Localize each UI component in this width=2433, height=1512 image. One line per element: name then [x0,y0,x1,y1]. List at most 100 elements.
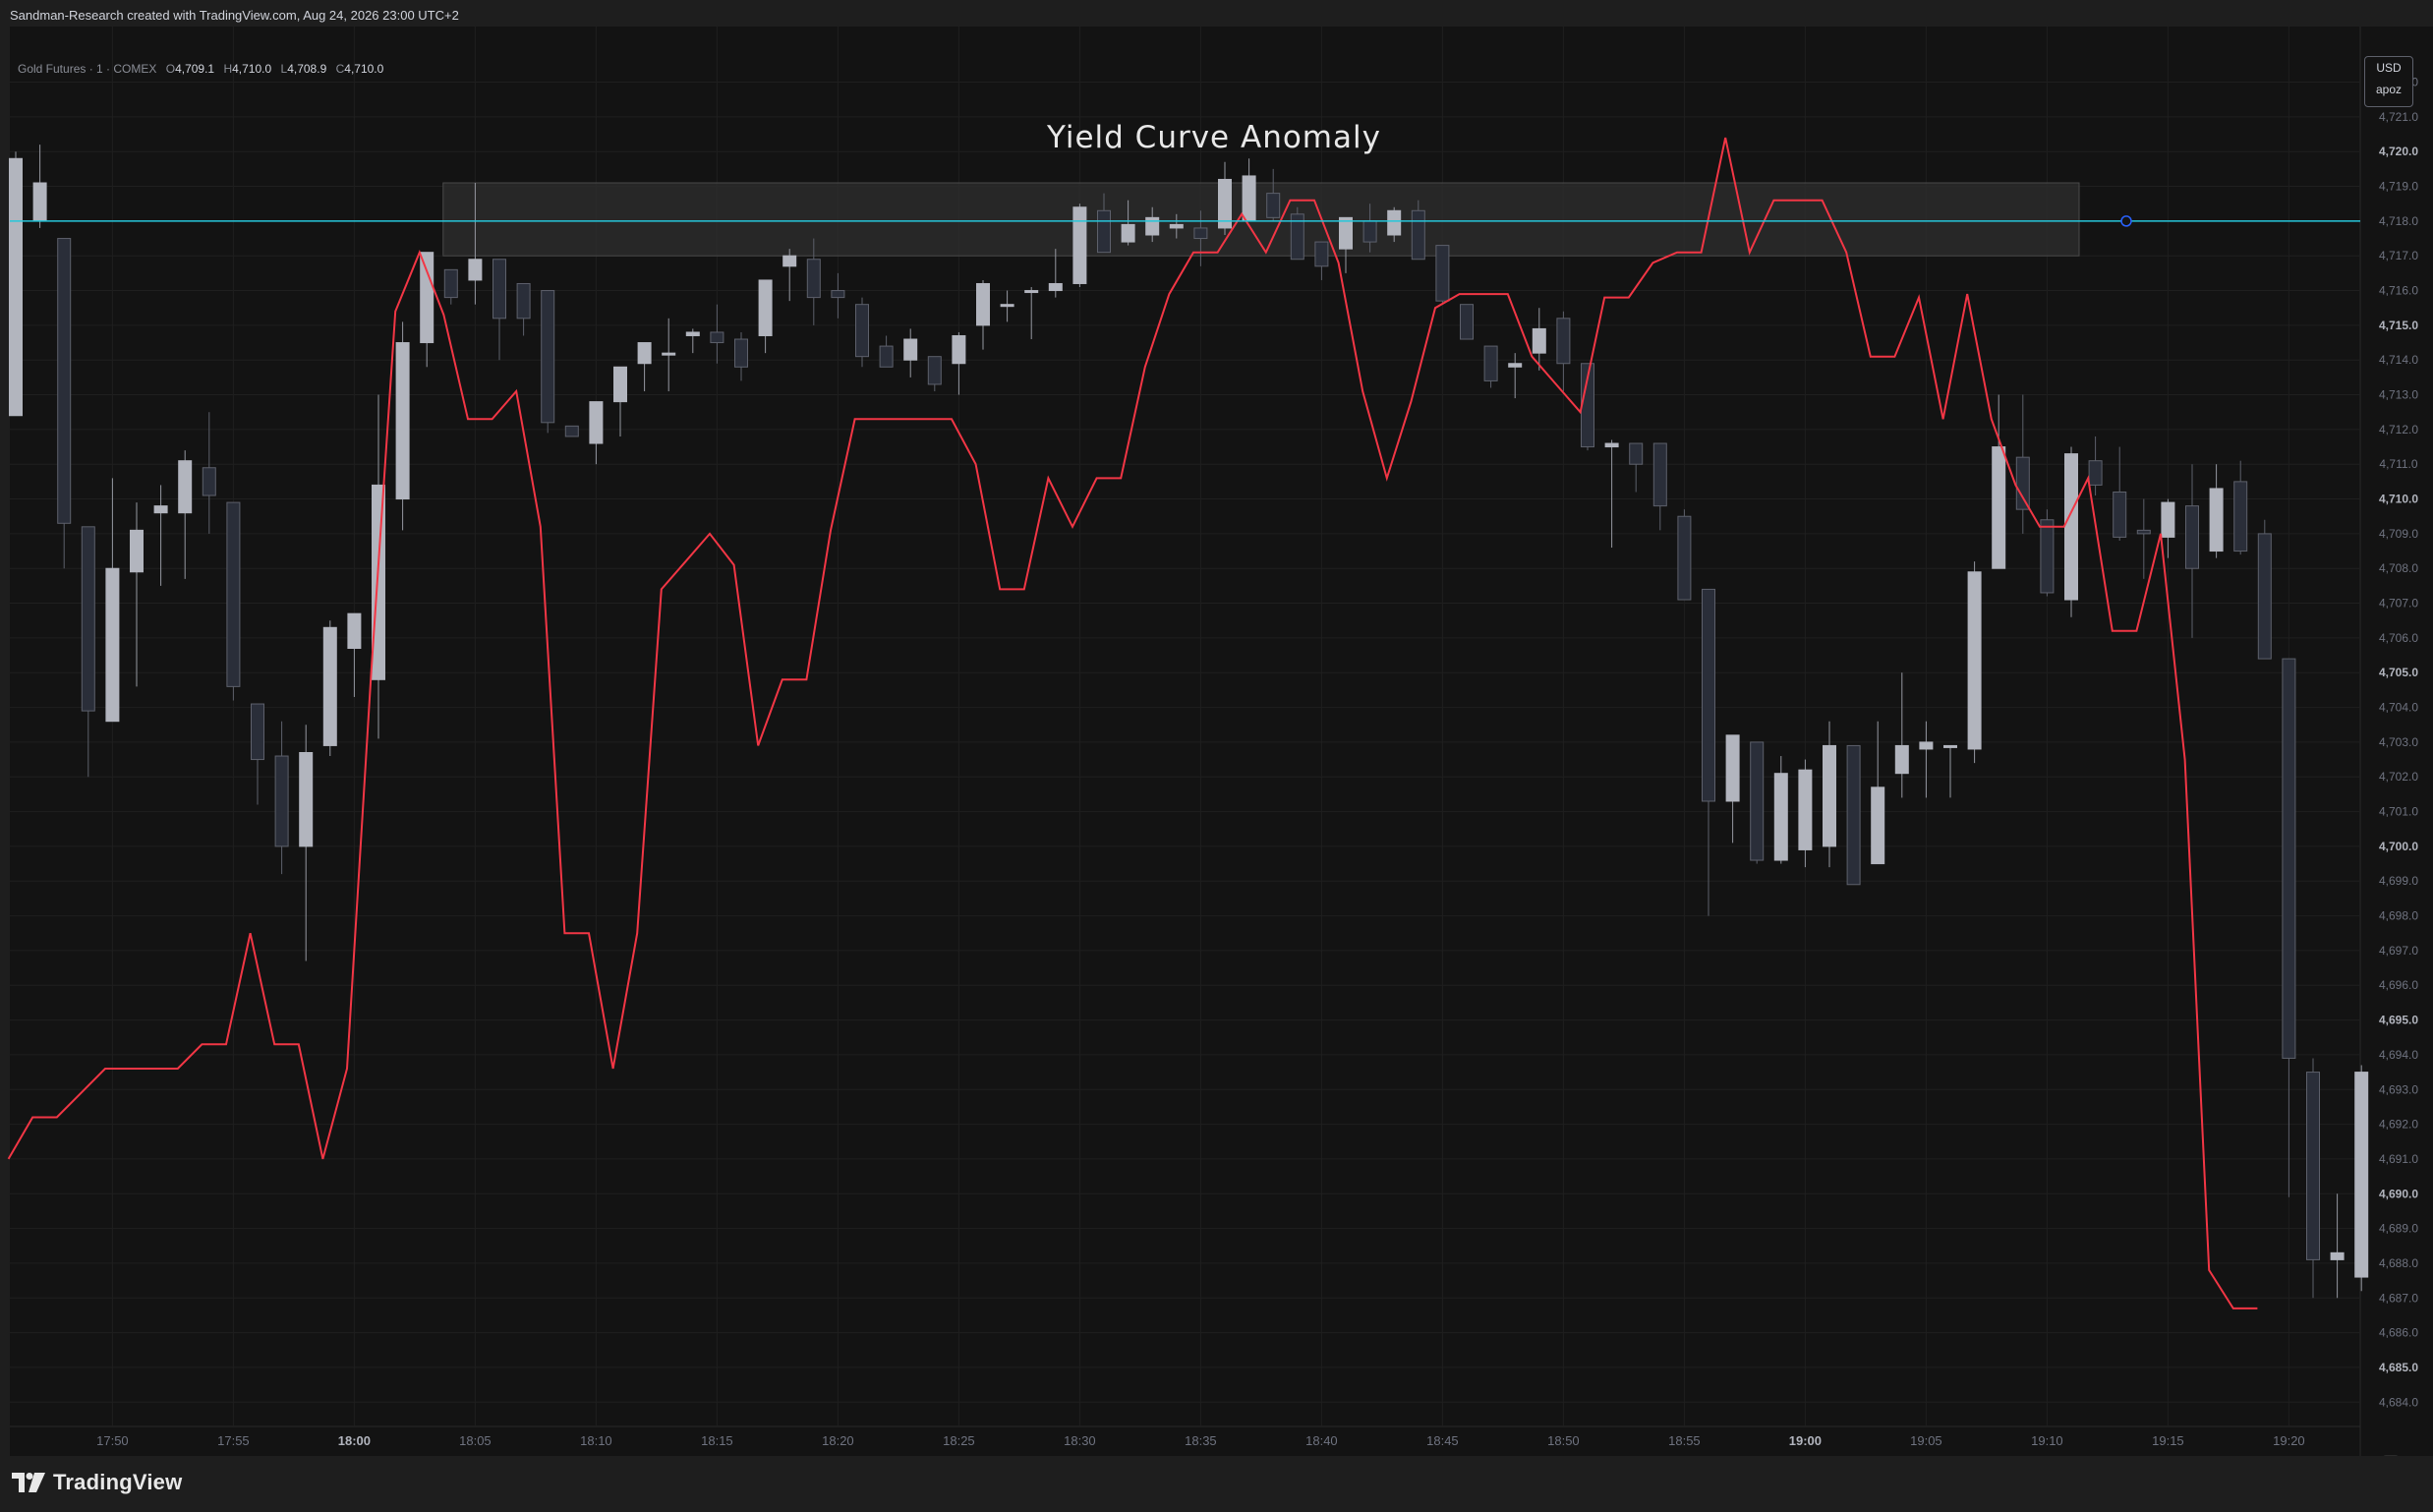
price-tick-label: 4,714.0 [2379,353,2418,367]
candle [1460,304,1474,340]
price-tick-label: 4,709.0 [2379,527,2418,541]
price-tick-label: 4,708.0 [2379,561,2418,575]
tradingview-logo[interactable]: TradingView [12,1470,182,1495]
candle-body [734,338,748,368]
candle [2040,509,2055,597]
time-tick-label: 18:10 [580,1433,612,1448]
close-value: 4,710.0 [344,62,384,76]
candle-body [1773,773,1788,861]
candle-body [1411,209,1425,261]
time-tick-label: 18:25 [943,1433,975,1448]
candle-body [2209,488,2224,552]
price-tick-label: 4,710.0 [2379,493,2418,506]
price-tick-label: 4,717.0 [2379,249,2418,262]
price-tick-label: 4,721.0 [2379,110,2418,124]
candle-body [2257,533,2272,660]
candle [1677,509,1692,601]
candle-body [541,290,555,424]
candle-body [1943,744,1957,748]
candle-body [1629,442,1644,465]
candle-body [2306,1072,2320,1260]
tradingview-logo-icon [12,1473,45,1492]
candle-body [903,338,918,361]
candle-body [1750,741,1765,861]
time-tick-label: 18:40 [1305,1433,1338,1448]
price-tick-label: 4,703.0 [2379,735,2418,749]
candle-body [492,259,506,320]
candle-body [299,752,314,847]
price-tick-label: 4,718.0 [2379,214,2418,228]
candle-body [879,345,894,368]
currency-unit-button[interactable]: USD apoz [2364,56,2413,107]
price-tick-label: 4,702.0 [2379,770,2418,784]
candle-body [1652,442,1667,507]
candle-body [2040,519,2055,594]
candle-body [1823,744,1836,847]
candle-body [2161,501,2175,538]
candle-body [1387,209,1402,236]
candle-body [2330,1251,2345,1260]
candle-body [81,526,95,712]
chart-area[interactable]: 4,722.04,721.04,720.04,719.04,718.04,717… [0,27,2433,1471]
attribution-text: Sandman-Research created with TradingVie… [10,8,459,23]
candle-body [831,290,845,299]
price-chart[interactable]: 4,722.04,721.04,720.04,719.04,718.04,717… [0,27,2433,1456]
time-tick-label: 19:20 [2273,1433,2305,1448]
time-tick-label: 18:15 [701,1433,733,1448]
candle-body [1362,220,1377,243]
candle-body [1072,206,1087,284]
candle-body [1266,193,1281,218]
candle-body [927,356,942,385]
candle-body [637,342,652,365]
candle-body [2233,481,2248,552]
candle-body [9,157,23,417]
price-tick-label: 4,689.0 [2379,1222,2418,1236]
price-tick-label: 4,695.0 [2379,1014,2418,1027]
candle-body [1024,290,1039,294]
candle-body [1483,345,1498,381]
chart-title: Yield Curve Anomaly [1046,120,1381,155]
candle-body [1145,216,1160,236]
candle-body [1193,227,1208,240]
high-value: 4,710.0 [232,62,272,76]
candle-body [1604,442,1619,448]
candle [1435,245,1450,305]
candle-body [855,304,869,358]
candle-body [130,529,144,573]
price-tick-label: 4,715.0 [2379,319,2418,332]
price-tick-label: 4,696.0 [2379,978,2418,992]
candle-body [1435,245,1450,302]
symbol-name: Gold Futures · 1 · COMEX [18,62,157,76]
candle [226,501,241,701]
candle [9,151,23,417]
tradingview-logo-text: TradingView [53,1470,183,1494]
candle-body [685,331,700,336]
candle-body [589,401,604,444]
candle-body [1967,571,1982,750]
candle [2354,1065,2369,1292]
time-tick-label: 19:00 [1789,1433,1822,1448]
candle-body [202,467,216,496]
candle-body [178,460,193,514]
price-tick-label: 4,707.0 [2379,597,2418,611]
candle-body [710,331,724,344]
price-tick-label: 4,711.0 [2379,457,2417,471]
candle-body [1992,446,2006,569]
time-tick-label: 19:10 [2031,1433,2063,1448]
candle-body [2354,1072,2369,1278]
price-tick-label: 4,688.0 [2379,1256,2418,1270]
candle-body [952,334,966,365]
candle [2257,519,2272,660]
candle-body [1871,786,1885,865]
open-value: 4,709.1 [175,62,215,76]
candle-body [1798,769,1813,850]
candle [322,620,337,757]
price-tick-label: 4,716.0 [2379,284,2418,298]
candle-body [32,182,47,222]
candle-body [420,252,434,344]
candle-body [2015,456,2030,510]
candle-body [226,501,241,687]
price-tick-label: 4,698.0 [2379,909,2418,923]
price-tick-label: 4,697.0 [2379,944,2418,958]
candle [1846,744,1861,886]
